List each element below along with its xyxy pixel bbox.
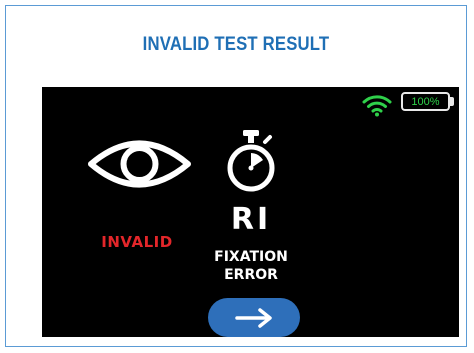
battery-indicator: 100%: [401, 92, 450, 111]
eye-icon: [88, 140, 191, 188]
result-card: INVALID TEST RESULT 100% INVALID RI FIXA…: [5, 5, 467, 347]
eye-status-label: INVALID: [101, 233, 173, 251]
error-message: FIXATION ERROR: [192, 248, 310, 284]
arrow-right-icon: [235, 307, 272, 328]
result-code: RI: [230, 202, 272, 237]
next-button[interactable]: [208, 298, 300, 337]
error-message-line2: ERROR: [224, 267, 278, 283]
error-message-line1: FIXATION: [214, 249, 288, 265]
battery-tip: [450, 97, 454, 106]
wifi-icon: [362, 95, 392, 117]
battery-label: 100%: [411, 95, 440, 108]
stopwatch-icon: [227, 130, 275, 192]
device-screen: 100% INVALID RI FIXATION ERROR: [42, 87, 459, 337]
page-title: INVALID TEST RESULT: [142, 34, 330, 55]
